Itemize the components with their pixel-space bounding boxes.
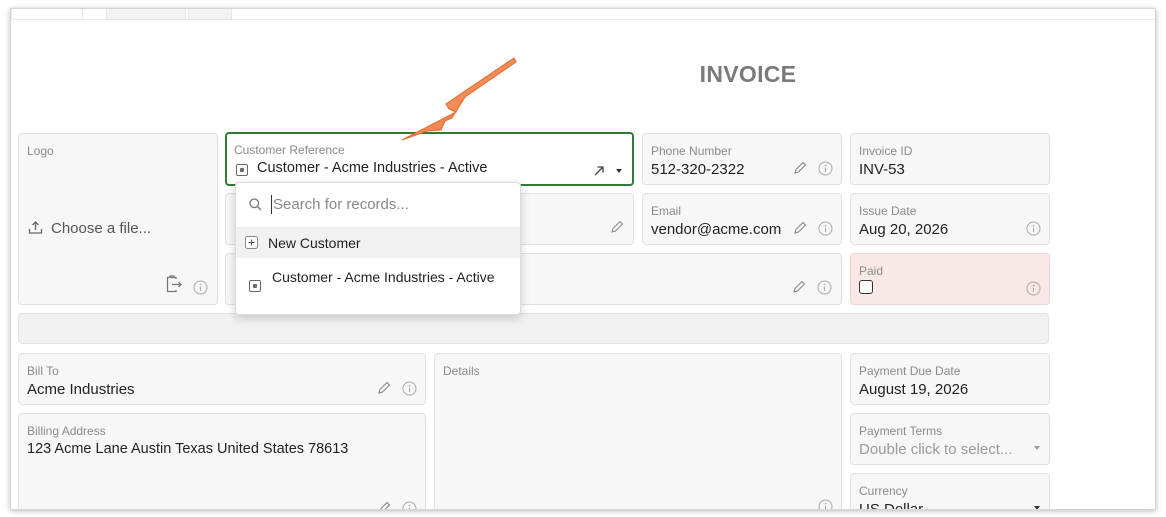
pencil-icon[interactable] xyxy=(609,219,625,235)
upload-icon xyxy=(28,220,43,235)
info-icon[interactable] xyxy=(817,280,832,295)
paid-checkbox[interactable] xyxy=(859,280,873,294)
payment-due-date-field[interactable]: Payment Due Date August 19, 2026 xyxy=(850,353,1050,405)
search-icon xyxy=(249,198,262,211)
text-cursor xyxy=(271,195,272,214)
pencil-icon[interactable] xyxy=(791,279,807,295)
invoice-id-field[interactable]: Invoice ID INV-53 xyxy=(850,133,1050,185)
record-icon xyxy=(249,280,261,292)
chevron-down-icon[interactable] xyxy=(1034,506,1040,509)
payment-due-date-label: Payment Due Date xyxy=(859,364,961,378)
payment-terms-label: Payment Terms xyxy=(859,424,943,438)
invoice-form-window: INVOICE Logo Choose a file... Customer R… xyxy=(10,8,1156,510)
customer-reference-label: Customer Reference xyxy=(234,143,345,157)
billing-address-field[interactable]: Billing Address 123 Acme Lane Austin Tex… xyxy=(18,413,426,509)
phone-number-value: 512-320-2322 xyxy=(651,161,745,178)
paid-field: Paid xyxy=(850,253,1050,305)
paid-label: Paid xyxy=(859,264,884,278)
tab-strip xyxy=(11,9,1155,20)
currency-field[interactable]: Currency US Dollar xyxy=(850,473,1050,510)
new-customer-option[interactable]: New Customer xyxy=(236,228,520,258)
details-field[interactable]: Details xyxy=(434,353,842,509)
chevron-down-icon[interactable] xyxy=(616,169,622,173)
choose-file-button[interactable]: Choose a file... xyxy=(28,220,151,237)
invoice-title: INVOICE xyxy=(699,61,797,87)
tab-stub[interactable] xyxy=(106,9,186,20)
invoice-id-value: INV-53 xyxy=(859,161,905,178)
chevron-down-icon[interactable] xyxy=(1034,446,1040,450)
logo-field: Logo Choose a file... xyxy=(18,133,218,305)
bill-to-value: Acme Industries xyxy=(27,381,135,398)
pencil-icon[interactable] xyxy=(376,500,392,509)
info-icon[interactable] xyxy=(402,381,417,396)
bill-to-label: Bill To xyxy=(27,364,59,378)
record-icon xyxy=(236,164,248,176)
record-search-input[interactable]: Search for records... xyxy=(236,183,520,228)
invoice-id-label: Invoice ID xyxy=(859,144,913,158)
logo-label: Logo xyxy=(27,144,54,158)
info-icon[interactable] xyxy=(193,280,208,295)
issue-date-value: Aug 20, 2026 xyxy=(859,221,949,238)
dropdown-record-item[interactable]: Customer - Acme Industries - Active xyxy=(236,259,520,314)
record-item-label: Customer - Acme Industries - Active xyxy=(272,269,495,285)
info-icon[interactable] xyxy=(818,161,833,176)
choose-file-label: Choose a file... xyxy=(51,220,152,237)
currency-value: US Dollar xyxy=(859,501,924,510)
customer-reference-value: Customer - Acme Industries - Active xyxy=(257,160,488,176)
file-export-icon[interactable] xyxy=(165,274,183,293)
payment-terms-field[interactable]: Payment Terms Double click to select... xyxy=(850,413,1050,465)
search-placeholder: Search for records... xyxy=(273,196,409,213)
pencil-icon[interactable] xyxy=(792,220,808,236)
info-icon[interactable] xyxy=(818,221,833,236)
pencil-icon[interactable] xyxy=(792,160,808,176)
phone-number-label: Phone Number xyxy=(651,144,732,158)
new-customer-label: New Customer xyxy=(268,235,361,251)
customer-reference-field[interactable]: Customer Reference Customer - Acme Indus… xyxy=(225,132,634,186)
customer-search-dropdown: Search for records... New Customer Custo… xyxy=(235,182,521,315)
email-field[interactable]: Email vendor@acme.com xyxy=(642,193,842,245)
issue-date-label: Issue Date xyxy=(859,204,917,218)
info-icon[interactable] xyxy=(402,501,417,509)
email-value: vendor@acme.com xyxy=(651,221,782,238)
info-icon[interactable] xyxy=(1026,221,1041,236)
billing-address-value: 123 Acme Lane Austin Texas United States… xyxy=(27,441,349,457)
issue-date-field[interactable]: Issue Date Aug 20, 2026 xyxy=(850,193,1050,245)
section-bar xyxy=(18,313,1049,344)
email-label: Email xyxy=(651,204,682,218)
info-icon[interactable] xyxy=(818,499,833,509)
billing-address-label: Billing Address xyxy=(27,424,106,438)
info-icon[interactable] xyxy=(1026,281,1041,296)
phone-number-field[interactable]: Phone Number 512-320-2322 xyxy=(642,133,842,185)
payment-terms-placeholder: Double click to select... xyxy=(859,441,1013,458)
bill-to-field[interactable]: Bill To Acme Industries xyxy=(18,353,426,405)
tab-stub[interactable] xyxy=(188,9,232,20)
tab-stub[interactable] xyxy=(11,9,83,20)
open-link-icon[interactable] xyxy=(593,165,605,177)
payment-due-date-value: August 19, 2026 xyxy=(859,381,969,398)
pencil-icon[interactable] xyxy=(376,380,392,396)
details-label: Details xyxy=(443,364,480,378)
currency-label: Currency xyxy=(859,484,908,498)
plus-icon xyxy=(245,236,258,249)
